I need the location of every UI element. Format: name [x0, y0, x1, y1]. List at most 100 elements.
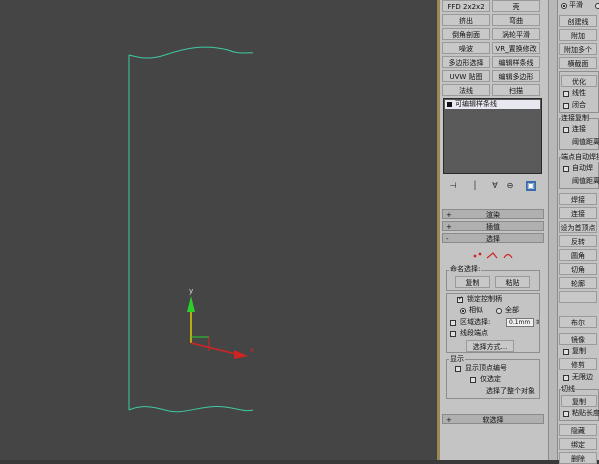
modifier-button[interactable]: 编辑样条线: [492, 56, 540, 68]
make-unique-icon[interactable]: ∀: [490, 181, 500, 191]
configure-modifier-sets-icon[interactable]: ▣: [526, 181, 536, 191]
rollout-soft-selection[interactable]: + 软选择: [442, 414, 544, 424]
tangent-copy-button[interactable]: 复制: [561, 395, 597, 407]
rollout-interpolation[interactable]: + 插值: [442, 221, 544, 231]
selection-status-text: 选择了整个对象: [486, 387, 535, 395]
show-end-result-icon[interactable]: │: [470, 181, 480, 191]
remove-modifier-icon[interactable]: ⊖: [505, 181, 515, 191]
stack-item-icon: [447, 102, 452, 107]
modifier-button[interactable]: 弯曲: [492, 14, 540, 26]
closed-checkbox[interactable]: [563, 103, 569, 109]
reverse-button[interactable]: 反转: [559, 235, 597, 247]
display-title: 显示: [449, 355, 465, 363]
select-by-button[interactable]: 选择方式...: [466, 340, 514, 352]
boolean-button[interactable]: 布尔: [559, 316, 597, 328]
connect-checkbox[interactable]: [563, 127, 569, 133]
connect-label: 连接: [572, 125, 586, 133]
create-line-button[interactable]: 创建线: [559, 15, 597, 27]
segment-end-label: 线段端点: [460, 329, 488, 337]
segment-end-checkbox[interactable]: [450, 331, 456, 337]
paste-button[interactable]: 粘贴: [495, 276, 530, 288]
paste-length-label: 粘贴长度: [572, 409, 599, 417]
auto-weld-checkbox[interactable]: [563, 166, 569, 172]
chamfer-button[interactable]: 切角: [559, 263, 597, 275]
modifier-button[interactable]: 多边形选择: [442, 56, 490, 68]
mirror-copy-checkbox[interactable]: [563, 349, 569, 355]
all-label: 全部: [505, 306, 519, 314]
lock-handles-checkbox[interactable]: [457, 295, 463, 303]
modifier-button[interactable]: 噪波: [442, 42, 490, 54]
paste-length-checkbox[interactable]: [563, 411, 569, 417]
fillet-button[interactable]: 圆角: [559, 249, 597, 261]
tangent-title: 切线: [561, 385, 575, 394]
delete-button[interactable]: 删除: [559, 452, 597, 464]
gizmo-y-arrow: [187, 296, 195, 312]
modifier-stack[interactable]: 可编辑样条线: [443, 98, 542, 174]
modifier-button[interactable]: 壳: [492, 0, 540, 12]
viewport[interactable]: y x: [0, 0, 437, 460]
modifier-button[interactable]: 扫描: [492, 84, 540, 96]
attach-multiple-button[interactable]: 附加多个: [559, 43, 597, 55]
spinner-arrows-icon[interactable]: ⇕: [535, 318, 540, 327]
modifier-button[interactable]: 倒角剖面: [442, 28, 490, 40]
subobject-level-icons[interactable]: [469, 250, 517, 262]
end-point-auto-weld-title: 端点自动焊接: [561, 153, 599, 162]
rollout-interpolation-label: 插值: [486, 223, 500, 231]
rollout-selection[interactable]: - 选择: [442, 233, 544, 243]
threshold-distance-label: 阈值距离: [572, 138, 599, 146]
lock-handles-label: 锁定控制柄: [467, 295, 502, 303]
make-first-button[interactable]: 设为首顶点: [559, 221, 597, 233]
rollout-expand-icon: +: [446, 416, 452, 424]
vertex-level-icon: [473, 252, 482, 258]
area-select-spinner[interactable]: 0.1mm: [506, 318, 534, 327]
closed-label: 闭合: [572, 101, 586, 109]
viewport-canvas[interactable]: y x: [0, 0, 437, 460]
show-vertex-numbers-label: 显示顶点编号: [465, 364, 507, 372]
spline-level-icon: [503, 253, 513, 259]
hide-button[interactable]: 隐藏: [559, 424, 597, 436]
mirror-copy-label: 复制: [572, 347, 586, 355]
rollout-collapse-icon: -: [446, 235, 449, 243]
smooth-label: 平滑: [569, 1, 583, 9]
modifier-button[interactable]: 编辑多边形: [492, 70, 540, 82]
weld-button[interactable]: 焊接: [559, 193, 597, 205]
refine-button[interactable]: 优化: [561, 75, 597, 87]
infinite-bounds-label: 无限边: [572, 373, 593, 381]
linear-checkbox[interactable]: [563, 91, 569, 97]
outline-button[interactable]: 轮廓: [559, 277, 597, 289]
modifier-button[interactable]: 法线: [442, 84, 490, 96]
modifier-button[interactable]: 涡轮平滑: [492, 28, 540, 40]
connect-button[interactable]: 连接: [559, 207, 597, 219]
bezier-radio[interactable]: [595, 3, 599, 9]
modifier-button[interactable]: VR_置换修改: [492, 42, 540, 54]
stack-item-label: 可编辑样条线: [455, 100, 497, 108]
smooth-radio[interactable]: [561, 3, 567, 9]
gizmo-x-arrow: [234, 350, 248, 359]
connect-copy-title: 连接复制: [561, 114, 589, 123]
all-radio[interactable]: [496, 308, 502, 314]
copy-button[interactable]: 复制: [455, 276, 490, 288]
bind-button[interactable]: 绑定: [559, 438, 597, 450]
rollout-expand-icon: +: [446, 223, 452, 231]
attach-button[interactable]: 附加: [559, 29, 597, 41]
mirror-button[interactable]: 镜像: [559, 333, 597, 345]
outline-field[interactable]: [559, 291, 597, 303]
similar-radio[interactable]: [460, 308, 466, 314]
rollout-rendering[interactable]: + 渲染: [442, 209, 544, 219]
cross-section-button[interactable]: 横截面: [559, 57, 597, 69]
stack-item-editable-spline[interactable]: 可编辑样条线: [445, 100, 540, 109]
infinite-bounds-checkbox[interactable]: [563, 375, 569, 381]
modifier-button[interactable]: FFD 2x2x2: [442, 0, 490, 12]
show-vertex-numbers-checkbox[interactable]: [455, 366, 461, 372]
modifier-button[interactable]: 挤出: [442, 14, 490, 26]
named-selections-title: 命名选择:: [449, 265, 482, 273]
modifier-button[interactable]: UVW 贴图: [442, 70, 490, 82]
pin-stack-icon[interactable]: ⊣: [448, 181, 458, 191]
area-select-checkbox[interactable]: [450, 320, 456, 326]
axis-label-y: y: [189, 287, 193, 295]
linear-label: 线性: [572, 89, 586, 97]
trim-button[interactable]: 修剪: [559, 358, 597, 370]
axis-label-x: x: [250, 346, 254, 354]
selected-only-checkbox[interactable]: [470, 377, 476, 383]
weld-threshold-label: 阈值距离: [572, 177, 599, 185]
